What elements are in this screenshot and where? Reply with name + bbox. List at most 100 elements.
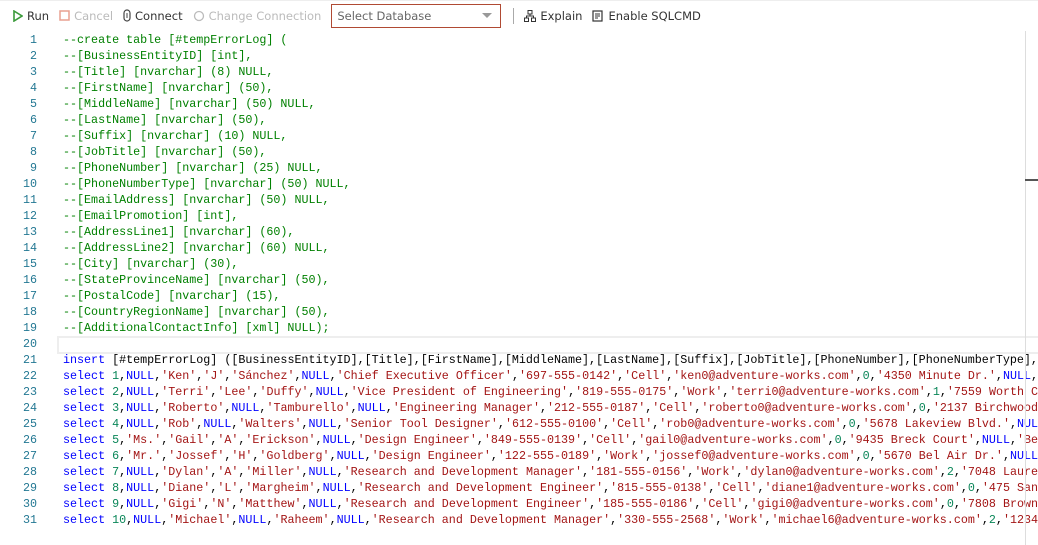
keyword-token: NULL xyxy=(1002,369,1031,383)
run-button[interactable]: Run xyxy=(13,9,49,23)
number-token: 2 xyxy=(988,513,996,527)
string-token: 'Erickson' xyxy=(245,433,316,447)
code-line[interactable]: 10 --[PhoneNumberType] [nvarchar] (50) NU… xyxy=(0,176,1038,192)
code-line[interactable]: 11 --[EmailAddress] [nvarchar] (50) NULL, xyxy=(0,192,1038,208)
keyword-token: select xyxy=(63,513,106,527)
code-token: , xyxy=(939,497,947,511)
code-line[interactable]: 9 --[PhoneNumber] [nvarchar] (25) NULL, xyxy=(0,160,1038,176)
string-token: 'Gigi' xyxy=(161,497,204,511)
code-token: , xyxy=(869,369,877,383)
cancel-button[interactable]: Cancel xyxy=(59,9,113,23)
change-connection-label: Change Connection xyxy=(208,8,322,23)
code-line[interactable]: 25 select 4,NULL,'Rob',NULL,'Walters',NUL… xyxy=(0,416,1038,432)
line-number: 19 xyxy=(22,321,37,335)
code-token: , xyxy=(336,417,344,431)
code-token: , xyxy=(336,497,344,511)
code-line[interactable]: 29 select 8,NULL,'Diane','L','Margheim',N… xyxy=(0,480,1038,496)
code-token: , xyxy=(869,449,877,463)
code-token: , xyxy=(364,513,372,527)
code-line[interactable]: 5 --[MiddleName] [nvarchar] (50) NULL, xyxy=(0,96,1038,112)
keyword-token: NULL xyxy=(322,433,351,447)
vertical-scrollbar[interactable] xyxy=(1025,31,1026,545)
code-line[interactable]: 22 select 1,NULL,'Ken','J','Sánchez',NULL… xyxy=(0,368,1038,384)
enable-sqlcmd-button[interactable]: Enable SQLCMD xyxy=(592,9,701,23)
code-text: --[EmailPromotion] [int], xyxy=(63,208,238,224)
code-line[interactable]: 8 --[JobTitle] [nvarchar] (50), xyxy=(0,144,1038,160)
code-token: , xyxy=(301,497,309,511)
code-line[interactable]: 24 select 3,NULL,'Roberto',NULL,'Tamburel… xyxy=(0,400,1038,416)
code-token: , xyxy=(350,481,358,495)
code-line[interactable]: 2 --[BusinessEntityID] [int], xyxy=(0,48,1038,64)
code-line[interactable]: 19 --[AdditionalContactInfo] [xml] NULL); xyxy=(0,320,1038,336)
code-line[interactable]: 15 --[City] [nvarchar] (30), xyxy=(0,256,1038,272)
keyword-token: select xyxy=(63,465,106,479)
string-token: 'Miller' xyxy=(245,465,302,479)
keyword-token: NULL xyxy=(336,513,365,527)
code-line[interactable]: 30 select 9,NULL,'Gigi','N','Matthew',NUL… xyxy=(0,496,1038,512)
code-line[interactable]: 23 select 2,NULL,'Terri','Lee','Duffy',NU… xyxy=(0,384,1038,400)
keyword-token: NULL xyxy=(301,369,330,383)
code-token: , xyxy=(350,433,358,447)
code-line[interactable]: 6 --[LastName] [nvarchar] (50), xyxy=(0,112,1038,128)
code-text: --[PostalCode] [nvarchar] (15), xyxy=(63,288,280,304)
comment-token: --create table [#tempErrorLog] ( xyxy=(63,33,288,47)
code-line[interactable]: 1 --create table [#tempErrorLog] ( xyxy=(0,32,1038,48)
comment-token: --[MiddleName] [nvarchar] (50) NULL, xyxy=(63,97,316,111)
code-token: , xyxy=(476,433,484,447)
line-number: 6 xyxy=(29,113,37,127)
line-number: 18 xyxy=(22,305,37,319)
code-line[interactable]: 16 --[StateProvinceName] [nvarchar] (50), xyxy=(0,272,1038,288)
keyword-token: insert xyxy=(63,353,106,367)
code-line[interactable]: 12 --[EmailPromotion] [int], xyxy=(0,208,1038,224)
database-select[interactable]: Select Database xyxy=(331,3,502,28)
string-token: 'Ms.' xyxy=(126,433,162,447)
code-token: , xyxy=(953,497,961,511)
code-line[interactable]: 21 insert [#tempErrorLog] ([BusinessEntit… xyxy=(0,352,1038,368)
code-line[interactable]: 28 select 7,NULL,'Dylan','A','Miller',NUL… xyxy=(0,464,1038,480)
sql-editor[interactable]: 1 --create table [#tempErrorLog] (2 --[Bus… xyxy=(0,31,1038,545)
code-line[interactable]: 14 --[AddressLine2] [nvarchar] (60) NULL, xyxy=(0,240,1038,256)
code-token: , xyxy=(1031,369,1038,383)
toolbar-divider xyxy=(513,7,515,24)
string-token: '212-555-0187' xyxy=(547,401,646,415)
number-token: 2 xyxy=(946,465,954,479)
code-text: --[BusinessEntityID] [int], xyxy=(63,48,252,64)
code-text: --[Suffix] [nvarchar] (10) NULL, xyxy=(63,128,287,144)
line-number: 1 xyxy=(29,33,37,47)
line-number: 28 xyxy=(22,465,37,479)
code-line[interactable]: 17 --[PostalCode] [nvarchar] (15), xyxy=(0,288,1038,304)
string-token: 'Design Engineer' xyxy=(371,449,491,463)
comment-token: --[AdditionalContactInfo] [xml] NULL); xyxy=(63,321,330,335)
line-number: 26 xyxy=(22,433,37,447)
code-line[interactable]: 31 select 10,NULL,'Michael',NULL,'Raheem'… xyxy=(0,512,1038,528)
change-connection-button[interactable]: Change Connection xyxy=(193,8,322,23)
code-token: , xyxy=(540,401,548,415)
line-number: 23 xyxy=(22,385,37,399)
code-token: , xyxy=(385,401,393,415)
code-line[interactable]: 26 select 5,'Ms.','Gail','A','Erickson',N… xyxy=(0,432,1038,448)
string-token: 'Cell' xyxy=(715,481,758,495)
comment-token: --[EmailAddress] [nvarchar] (50) NULL, xyxy=(63,193,330,207)
line-number: 10 xyxy=(22,177,37,191)
plug-icon xyxy=(123,9,131,22)
string-token: 'Terri' xyxy=(161,385,211,399)
code-token: , xyxy=(974,481,982,495)
keyword-token: select xyxy=(63,497,106,511)
code-line[interactable]: 20 xyxy=(0,336,1038,354)
connect-button[interactable]: Connect xyxy=(123,9,183,23)
line-number: 16 xyxy=(22,273,37,287)
comment-token: --[BusinessEntityID] [int], xyxy=(63,49,253,63)
string-token: 'Research and Development Manager' xyxy=(343,465,583,479)
code-line[interactable]: 13 --[AddressLine1] [nvarchar] (60), xyxy=(0,224,1038,240)
string-token: 'Cell' xyxy=(701,497,744,511)
code-line[interactable]: 3 --[Title] [nvarchar] (8) NULL, xyxy=(0,64,1038,80)
code-line[interactable]: 7 --[Suffix] [nvarchar] (10) NULL, xyxy=(0,128,1038,144)
code-line[interactable]: 4 --[FirstName] [nvarchar] (50), xyxy=(0,80,1038,96)
string-token: 'J' xyxy=(203,369,225,383)
code-line[interactable]: 18 --[CountryRegionName] [nvarchar] (50), xyxy=(0,304,1038,320)
code-line[interactable]: 27 select 6,'Mr.','Jossef','H','Goldberg'… xyxy=(0,448,1038,464)
string-token: 'gail0@adventure-works.com' xyxy=(638,433,828,447)
comment-token: --[JobTitle] [nvarchar] (50), xyxy=(63,145,267,159)
string-token: '1234 xyxy=(1002,513,1038,527)
explain-button[interactable]: Explain xyxy=(524,9,582,23)
